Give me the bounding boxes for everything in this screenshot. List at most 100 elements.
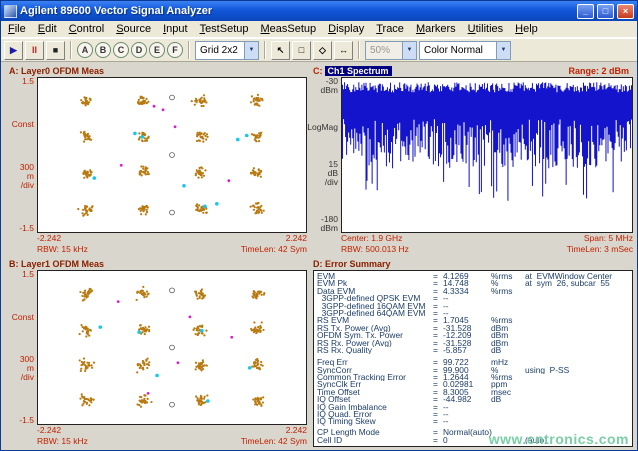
zoom-value: 50%	[370, 45, 390, 56]
error-summary-row: EVM Pk=14.748%at sym 26, subcar 55	[317, 280, 629, 287]
y-max-label: 1.5	[22, 77, 34, 86]
timelen-label: TimeLen: 3 mSec	[567, 244, 633, 255]
pause-button[interactable]: II	[25, 41, 44, 60]
error-summary-row: 3GPP-defined 16QAM EVM=--	[317, 303, 629, 310]
menu-item-meassetup[interactable]: MeasSetup	[254, 22, 322, 36]
y-axis-name: Const	[12, 313, 34, 322]
panel-c-title-highlight: Ch1 Spectrum	[325, 66, 392, 76]
rbw-label: RBW: 500.013 Hz	[341, 244, 409, 255]
x-max-label: 2.242	[286, 425, 307, 436]
error-summary-row: RS Tx. Power (Avg)=-31.528dBm	[317, 325, 629, 332]
menu-item-trace[interactable]: Trace	[370, 22, 410, 36]
menu-item-help[interactable]: Help	[509, 22, 544, 36]
menu-item-source[interactable]: Source	[110, 22, 157, 36]
menu-item-file[interactable]: File	[2, 22, 32, 36]
trace-a-button[interactable]: A	[77, 42, 93, 58]
y-scale-label: 300 m /div	[20, 163, 34, 190]
panel-c-letter: C:	[313, 66, 323, 76]
minimize-button[interactable]: _	[577, 4, 594, 19]
menu-item-input[interactable]: Input	[157, 22, 193, 36]
trace-e-button[interactable]: E	[149, 42, 165, 58]
rbw-label: RBW: 15 kHz	[37, 244, 88, 255]
window-title: Agilent 89600 Vector Signal Analyzer	[20, 5, 574, 17]
panel-b: B: Layer1 OFDM Meas 1.5 Const 300 m /div…	[7, 258, 307, 447]
error-summary-row: RS Rx. Power (Avg)=-31.528dBm	[317, 340, 629, 347]
y-min-label: -180 dBm	[321, 215, 338, 233]
panel-c-footer: Center: 1.9 GHz Span: 5 MHz RBW: 500.013…	[341, 233, 633, 255]
band-marker-tool-button[interactable]: ↔	[334, 41, 353, 60]
trace-buttons: ABCDEF	[77, 42, 183, 58]
menu-item-display[interactable]: Display	[322, 22, 370, 36]
chevron-down-icon: ▼	[402, 42, 416, 59]
timelen-label: TimeLen: 42 Sym	[241, 244, 307, 255]
error-summary-row: IQ Quad. Error=--	[317, 411, 629, 418]
y-scale-label: 300 m /div	[20, 355, 34, 382]
toolbar: ▶II■ ABCDEF Grid 2x2 ▼ ↖□◇↔ 50% ▼ Color …	[1, 38, 637, 62]
y-max-label: 1.5	[22, 270, 34, 279]
error-summary-row: SyncClk Err=0.02981ppm	[317, 381, 629, 388]
error-summary-row: Freq Err=99.722mHz	[317, 359, 629, 366]
trace-f-button[interactable]: F	[167, 42, 183, 58]
measurement-area: A: Layer0 OFDM Meas 1.5 Const 300 m /div…	[1, 62, 637, 450]
error-summary-row: RS EVM=1.7045%rms	[317, 317, 629, 324]
error-summary-row: OFDM Sym. Tx. Power=-12.209dBm	[317, 332, 629, 339]
panel-a: A: Layer0 OFDM Meas 1.5 Const 300 m /div…	[7, 65, 307, 255]
spectrum-plot	[342, 78, 632, 232]
pointer-tool-button[interactable]: ↖	[271, 41, 290, 60]
title-bar[interactable]: Agilent 89600 Vector Signal Analyzer _ □…	[1, 1, 637, 21]
trace-d-button[interactable]: D	[131, 42, 147, 58]
trace-c-button[interactable]: C	[113, 42, 129, 58]
restart-button[interactable]: ▶	[4, 41, 23, 60]
menu-item-testsetup[interactable]: TestSetup	[194, 22, 255, 36]
error-summary-row: EVM=4.1269%rmsat EVMWindow Center	[317, 273, 629, 280]
color-mode-select[interactable]: Color Normal ▼	[419, 41, 511, 60]
toolbar-separator	[70, 41, 72, 59]
close-button[interactable]: ×	[617, 4, 634, 19]
maximize-button[interactable]: □	[597, 4, 614, 19]
toolbar-separator	[358, 41, 360, 59]
constellation-plot-area-a[interactable]	[37, 77, 307, 233]
y-max-label: -30 dBm	[321, 77, 338, 95]
panel-a-title[interactable]: A: Layer0 OFDM Meas	[7, 65, 307, 77]
spectrum-plot-area[interactable]	[341, 77, 633, 233]
error-summary-body[interactable]: EVM=4.1269%rmsat EVMWindow CenterEVM Pk=…	[313, 270, 633, 447]
error-summary-row: 3GPP-defined QPSK EVM=--	[317, 295, 629, 302]
menu-bar: FileEditControlSourceInputTestSetupMeasS…	[1, 21, 637, 38]
panel-b-y-axis-labels: 1.5 Const 300 m /div -1.5	[7, 270, 37, 425]
menu-item-edit[interactable]: Edit	[32, 22, 63, 36]
playback-buttons: ▶II■	[4, 41, 65, 60]
x-max-label: 2.242	[286, 233, 307, 244]
error-summary-row: IQ Offset=-44.982dB	[317, 396, 629, 403]
panel-c-title[interactable]: C: Ch1 Spectrum Range: 2 dBm	[311, 65, 633, 77]
toolbar-separator	[264, 41, 266, 59]
rbw-label: RBW: 15 kHz	[37, 436, 88, 447]
error-summary-row: Time Offset=8.3005msec	[317, 389, 629, 396]
error-summary-row: RS Rx. Quality=-5.857dB	[317, 347, 629, 354]
app-window: Agilent 89600 Vector Signal Analyzer _ □…	[0, 0, 638, 451]
constellation-plot-b	[38, 271, 306, 424]
error-summary-row: SyncCorr=99.900%using P-SS	[317, 367, 629, 374]
error-summary-row: Common Tracking Error=1.2644%rms	[317, 374, 629, 381]
color-mode-value: Color Normal	[424, 45, 483, 56]
zoom-box-tool-button[interactable]: □	[292, 41, 311, 60]
panel-c: C: Ch1 Spectrum Range: 2 dBm -30 dBm Log…	[311, 65, 633, 255]
timelen-label: TimeLen: 42 Sym	[241, 436, 307, 447]
y-min-label: -1.5	[19, 224, 34, 233]
y-axis-name: Const	[12, 120, 34, 129]
grid-layout-select[interactable]: Grid 2x2 ▼	[195, 41, 259, 60]
stop-button[interactable]: ■	[46, 41, 65, 60]
x-min-label: -2.242	[37, 425, 61, 436]
panel-b-title[interactable]: B: Layer1 OFDM Meas	[7, 258, 307, 270]
y-scale-label: 15 dB /div	[325, 160, 338, 187]
constellation-plot-area-b[interactable]	[37, 270, 307, 425]
marker-tool-button[interactable]: ◇	[313, 41, 332, 60]
menu-item-markers[interactable]: Markers	[410, 22, 462, 36]
zoom-select[interactable]: 50% ▼	[365, 41, 417, 60]
panel-d-title[interactable]: D: Error Summary	[311, 258, 633, 270]
y-min-label: -1.5	[19, 416, 34, 425]
trace-b-button[interactable]: B	[95, 42, 111, 58]
x-min-label: -2.242	[37, 233, 61, 244]
menu-item-control[interactable]: Control	[63, 22, 110, 36]
menu-item-utilities[interactable]: Utilities	[462, 22, 509, 36]
watermark: www.cntronics.com	[489, 431, 629, 447]
